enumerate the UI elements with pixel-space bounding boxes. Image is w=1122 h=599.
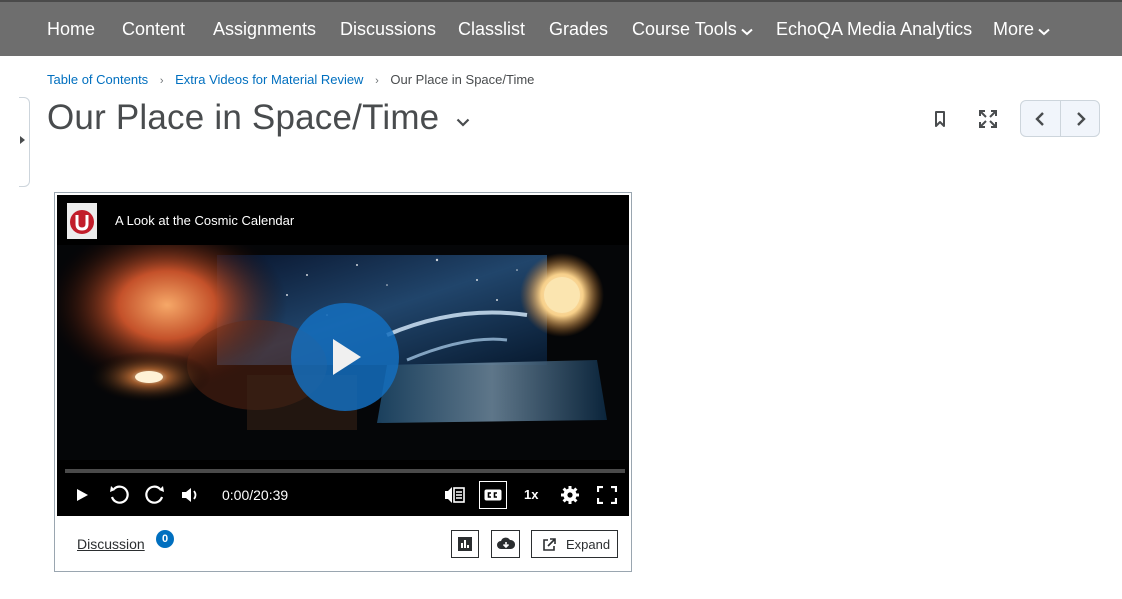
breadcrumb-extra-videos[interactable]: Extra Videos for Material Review <box>175 72 363 87</box>
nav-course-tools[interactable]: Course Tools <box>632 2 753 56</box>
forward-icon <box>145 485 164 504</box>
video-title: A Look at the Cosmic Calendar <box>115 213 295 228</box>
nav-content[interactable]: Content <box>122 2 185 56</box>
discussion-count-badge: 0 <box>156 530 174 548</box>
playback-speed-button[interactable]: 1x <box>524 487 538 502</box>
nav-grades[interactable]: Grades <box>549 2 608 56</box>
breadcrumb-current: Our Place in Space/Time <box>390 72 535 87</box>
rewind-icon <box>110 485 129 504</box>
side-panel-toggle[interactable] <box>19 97 30 187</box>
nav-echoqa-media-analytics[interactable]: EchoQA Media Analytics <box>776 2 972 56</box>
chevron-down-icon <box>1038 3 1050 57</box>
breadcrumb-separator-icon: › <box>159 75 164 87</box>
discussion-link[interactable]: Discussion <box>77 536 145 552</box>
next-topic-button[interactable] <box>1061 101 1100 136</box>
chevron-right-icon <box>1077 112 1086 126</box>
chevron-left-icon <box>1035 112 1044 126</box>
nav-course-tools-label: Course Tools <box>632 19 737 39</box>
volume-button[interactable] <box>181 487 201 508</box>
volume-icon <box>182 488 197 502</box>
external-link-icon <box>543 538 556 551</box>
previous-topic-button[interactable] <box>1021 101 1060 136</box>
closed-captions-button[interactable] <box>479 481 507 509</box>
settings-button[interactable] <box>560 485 580 510</box>
expand-label: Expand <box>566 537 611 552</box>
video-card: A Look at the Cosmic Calendar 0:00/20:39… <box>54 192 632 572</box>
triangle-right-icon <box>20 136 25 144</box>
page-title: Our Place in Space/Time <box>47 98 440 137</box>
analytics-button[interactable] <box>451 530 479 558</box>
forward-button[interactable] <box>144 484 166 511</box>
video-time: 0:00/20:39 <box>222 487 289 503</box>
cloud-download-icon <box>497 537 515 549</box>
download-button[interactable] <box>491 530 520 558</box>
bar-chart-icon <box>458 537 472 551</box>
bookmark-icon[interactable] <box>933 110 947 133</box>
breadcrumb: Table of Contents › Extra Videos for Mat… <box>47 72 534 87</box>
nav-home[interactable]: Home <box>47 2 95 56</box>
play-overlay-button[interactable] <box>291 303 399 411</box>
video-progress-bar[interactable] <box>65 469 625 473</box>
fullscreen-icon[interactable] <box>978 109 998 134</box>
nav-discussions[interactable]: Discussions <box>340 2 436 56</box>
nav-assignments[interactable]: Assignments <box>213 2 316 56</box>
transcript-button[interactable] <box>444 485 466 510</box>
title-menu-chevron-down-icon[interactable] <box>456 114 470 132</box>
nav-classlist[interactable]: Classlist <box>458 2 525 56</box>
gear-icon <box>561 486 579 504</box>
transcript-icon <box>445 487 465 503</box>
nav-more-label: More <box>993 19 1035 39</box>
expand-button[interactable]: Expand <box>531 530 618 558</box>
play-button[interactable] <box>75 488 89 507</box>
top-navbar: Home Content Assignments Discussions Cla… <box>0 0 1122 56</box>
fullscreen-icon <box>596 485 618 505</box>
rewind-button[interactable] <box>108 484 130 511</box>
channel-logo <box>67 203 97 239</box>
topic-pager <box>1020 100 1100 137</box>
breadcrumb-table-of-contents[interactable]: Table of Contents <box>47 72 148 87</box>
breadcrumb-separator-icon: › <box>375 75 379 87</box>
nav-more[interactable]: More <box>993 2 1050 56</box>
cc-icon <box>484 489 502 501</box>
chevron-down-icon <box>741 3 753 57</box>
video-player[interactable]: A Look at the Cosmic Calendar 0:00/20:39… <box>57 195 629 516</box>
play-icon <box>77 489 88 501</box>
fullscreen-button[interactable] <box>596 485 618 509</box>
play-icon <box>333 339 361 375</box>
